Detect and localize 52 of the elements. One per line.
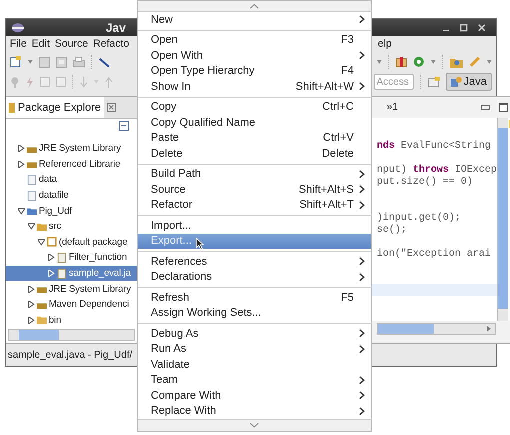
menu-item[interactable]: Open With bbox=[138, 48, 371, 64]
menu-bar-item[interactable]: elp bbox=[378, 38, 392, 50]
code-line: nds EvalFunc<String bbox=[377, 140, 492, 152]
menu-item[interactable]: Copy Ctrl+C bbox=[138, 100, 371, 115]
tree-item[interactable]: Pig_Udf bbox=[6, 203, 137, 219]
tree-item[interactable]: bin bbox=[6, 312, 137, 328]
menu-item[interactable]: Paste Ctrl+V bbox=[138, 130, 371, 146]
menu-item[interactable]: Copy Qualified Name bbox=[138, 115, 371, 130]
code-line: se(); bbox=[377, 224, 408, 236]
menu-item[interactable]: Refactor Shift+Alt+T bbox=[138, 198, 371, 213]
tab-overflow-indicator[interactable]: »1 bbox=[387, 102, 398, 113]
quick-access-field[interactable]: Access bbox=[374, 74, 414, 90]
menu-bar-item[interactable]: Edit bbox=[32, 38, 50, 50]
code-line: )input.get(0); bbox=[377, 212, 462, 224]
java-perspective-button[interactable]: Java bbox=[446, 73, 492, 91]
menu-item[interactable]: Delete Delete bbox=[138, 146, 371, 162]
menu-item[interactable]: Debug As bbox=[138, 326, 371, 342]
menu-bar-item[interactable]: Refacto bbox=[93, 38, 130, 50]
tree-item[interactable]: JRE System Library bbox=[6, 141, 137, 157]
status-text: sample_eval.java - Pig_Udf/ bbox=[8, 350, 133, 360]
menu-item[interactable]: New bbox=[138, 12, 371, 28]
tree-item[interactable]: sample_eval.ja bbox=[6, 266, 137, 282]
menu-item[interactable]: Assign Working Sets... bbox=[138, 306, 371, 321]
menu-item[interactable]: Import... bbox=[138, 218, 371, 234]
menu-item[interactable]: Open F3 bbox=[138, 32, 371, 48]
menu-item[interactable]: Show In Shift+Alt+W bbox=[138, 79, 371, 94]
tree-item[interactable]: Filter_function bbox=[6, 250, 137, 266]
tree-item[interactable]: JRE System Library bbox=[6, 281, 137, 297]
menu-item[interactable]: Team bbox=[138, 372, 371, 388]
tree-item[interactable]: Maven Dependenci bbox=[6, 296, 137, 313]
code-line: nput) throws IOExcep bbox=[377, 164, 498, 176]
package-explorer-tab[interactable]: Package Explore bbox=[6, 97, 104, 118]
code-line: put.size() == 0) bbox=[377, 176, 474, 188]
window-title: Jav bbox=[106, 20, 126, 34]
menu-item[interactable]: Source Shift+Alt+S bbox=[138, 182, 371, 198]
menu-item[interactable]: Run As bbox=[138, 342, 371, 357]
tree-item[interactable]: data bbox=[6, 172, 137, 188]
menu-item[interactable]: Declarations bbox=[138, 270, 371, 285]
menu-bar-item[interactable]: Source bbox=[55, 38, 88, 50]
code-line: ion("Exception arai bbox=[377, 248, 492, 260]
menu-item[interactable]: Validate bbox=[138, 357, 371, 372]
tree-item[interactable]: Referenced Librarie bbox=[6, 156, 137, 172]
menu-item[interactable]: References bbox=[138, 254, 371, 270]
menu-item[interactable]: Build Path bbox=[138, 166, 371, 182]
menu-item[interactable]: Refresh F5 bbox=[138, 290, 371, 306]
menu-item[interactable]: Compare With bbox=[138, 388, 371, 404]
tree-item[interactable]: datafile bbox=[6, 188, 137, 204]
menu-item[interactable]: Replace With bbox=[138, 404, 371, 419]
tree-item[interactable]: (default package bbox=[6, 234, 137, 250]
menu-item[interactable]: Open Type Hierarchy F4 bbox=[138, 64, 371, 79]
menu-bar-item[interactable]: File bbox=[10, 38, 27, 50]
tree-item[interactable]: src bbox=[6, 218, 137, 235]
